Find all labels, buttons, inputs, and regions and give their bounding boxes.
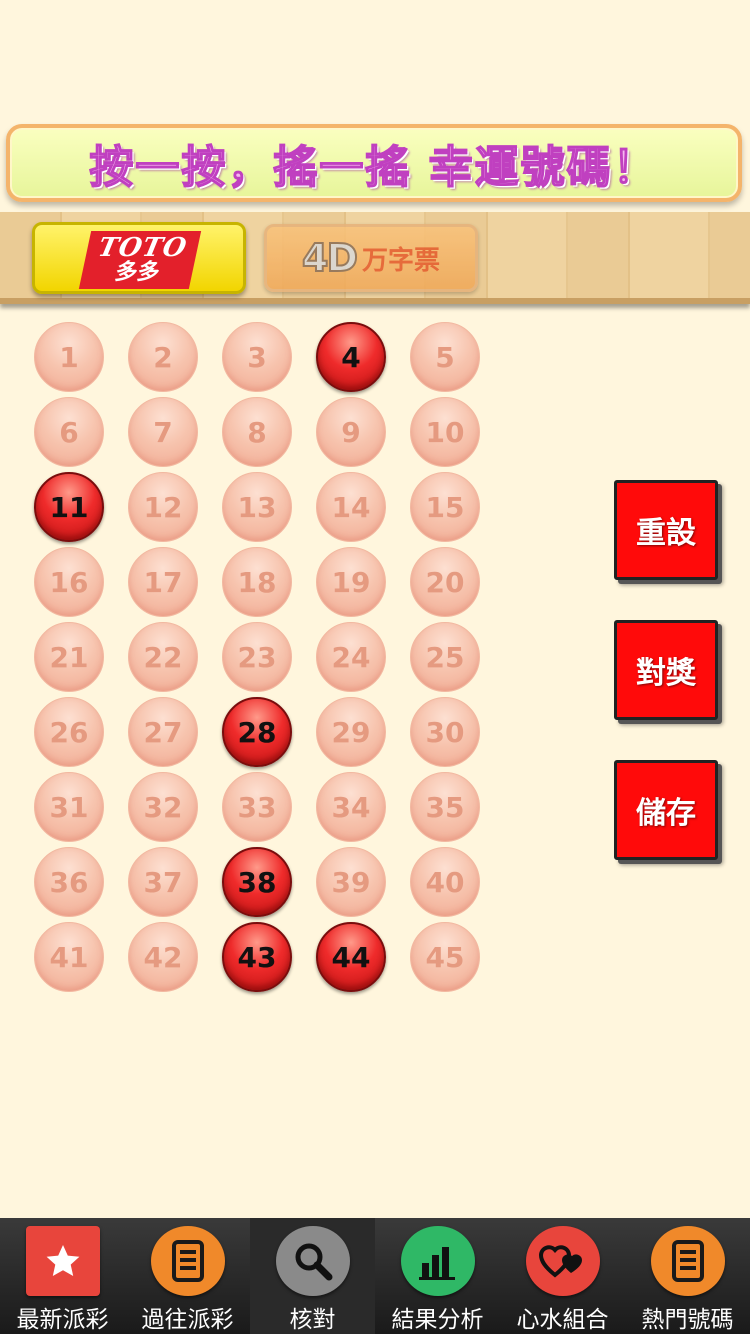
magnifier-icon xyxy=(275,1226,350,1296)
4d-tab-label: 万字票 xyxy=(361,245,440,276)
number-ball-41[interactable]: 41 xyxy=(34,922,104,992)
number-ball-11[interactable]: 11 xyxy=(34,472,104,542)
number-ball-6[interactable]: 6 xyxy=(34,397,104,467)
number-ball-13[interactable]: 13 xyxy=(222,472,292,542)
lucky-number-banner: 按一按，搖一搖 幸運號碼！ xyxy=(6,124,742,202)
number-ball-45[interactable]: 45 xyxy=(410,922,480,992)
number-ball-3[interactable]: 3 xyxy=(222,322,292,392)
number-ball-14[interactable]: 14 xyxy=(316,472,386,542)
number-ball-20[interactable]: 20 xyxy=(410,547,480,617)
nav-label: 結果分析 xyxy=(391,1307,484,1333)
number-ball-32[interactable]: 32 xyxy=(128,772,198,842)
number-ball-43[interactable]: 43 xyxy=(222,922,292,992)
number-ball-29[interactable]: 29 xyxy=(316,697,386,767)
number-ball-12[interactable]: 12 xyxy=(128,472,198,542)
number-ball-17[interactable]: 17 xyxy=(128,547,198,617)
nav-label: 過往派彩 xyxy=(141,1307,234,1333)
number-ball-39[interactable]: 39 xyxy=(316,847,386,917)
check-prize-button[interactable]: 對獎 xyxy=(614,620,718,720)
number-ball-22[interactable]: 22 xyxy=(128,622,198,692)
number-ball-7[interactable]: 7 xyxy=(128,397,198,467)
hearts-icon xyxy=(525,1226,600,1296)
number-ball-25[interactable]: 25 xyxy=(410,622,480,692)
number-ball-9[interactable]: 9 xyxy=(316,397,386,467)
nav-item-5[interactable]: 心水組合 xyxy=(500,1218,625,1334)
number-ball-42[interactable]: 42 xyxy=(128,922,198,992)
4d-logo-mark: 4D xyxy=(301,235,359,281)
save-button[interactable]: 儲存 xyxy=(614,760,718,860)
number-ball-30[interactable]: 30 xyxy=(410,697,480,767)
number-ball-34[interactable]: 34 xyxy=(316,772,386,842)
reset-button[interactable]: 重設 xyxy=(614,480,718,580)
number-ball-27[interactable]: 27 xyxy=(128,697,198,767)
number-ball-15[interactable]: 15 xyxy=(410,472,480,542)
number-ball-2[interactable]: 2 xyxy=(128,322,198,392)
number-ball-36[interactable]: 36 xyxy=(34,847,104,917)
nav-label: 最新派彩 xyxy=(16,1307,109,1333)
number-ball-grid: 1 2 3 4 5 6 7 8 9 10 11 12 13 14 15 16 17 18 19 20 21 22 23 24 2… xyxy=(34,322,504,992)
list-icon xyxy=(650,1226,725,1296)
number-ball-31[interactable]: 31 xyxy=(34,772,104,842)
number-ball-5[interactable]: 5 xyxy=(410,322,480,392)
number-ball-21[interactable]: 21 xyxy=(34,622,104,692)
number-ball-4[interactable]: 4 xyxy=(316,322,386,392)
banner-text: 按一按，搖一搖 幸運號碼！ xyxy=(89,141,659,194)
nav-label: 熱門號碼 xyxy=(641,1307,734,1333)
star-icon xyxy=(25,1226,100,1296)
number-ball-28[interactable]: 28 xyxy=(222,697,292,767)
number-ball-8[interactable]: 8 xyxy=(222,397,292,467)
status-bar xyxy=(0,0,750,40)
tab-4d[interactable]: 4D 万字票 xyxy=(264,224,478,292)
number-ball-23[interactable]: 23 xyxy=(222,622,292,692)
number-ball-18[interactable]: 18 xyxy=(222,547,292,617)
number-ball-37[interactable]: 37 xyxy=(128,847,198,917)
number-ball-40[interactable]: 40 xyxy=(410,847,480,917)
nav-item-1[interactable]: 最新派彩 xyxy=(0,1218,125,1334)
tab-toto[interactable]: TOTO 多多 xyxy=(32,222,246,294)
number-ball-35[interactable]: 35 xyxy=(410,772,480,842)
toto-logo-subtext: 多多 xyxy=(112,260,162,285)
number-ball-26[interactable]: 26 xyxy=(34,697,104,767)
number-ball-24[interactable]: 24 xyxy=(316,622,386,692)
nav-label: 核對 xyxy=(289,1307,336,1333)
bar-chart-icon xyxy=(400,1226,475,1296)
nav-item-2[interactable]: 過往派彩 xyxy=(125,1218,250,1334)
toto-logo: TOTO 多多 xyxy=(78,231,202,289)
number-ball-38[interactable]: 38 xyxy=(222,847,292,917)
number-ball-1[interactable]: 1 xyxy=(34,322,104,392)
nav-item-6[interactable]: 熱門號碼 xyxy=(625,1218,750,1334)
nav-item-4[interactable]: 結果分析 xyxy=(375,1218,500,1334)
toto-logo-text: TOTO xyxy=(95,233,190,263)
number-ball-33[interactable]: 33 xyxy=(222,772,292,842)
number-ball-16[interactable]: 16 xyxy=(34,547,104,617)
nav-label: 心水組合 xyxy=(516,1307,609,1333)
number-ball-10[interactable]: 10 xyxy=(410,397,480,467)
bottom-nav: 最新派彩 過往派彩 核對 結果分析 心水組合 熱門號碼 xyxy=(0,1218,750,1334)
number-ball-44[interactable]: 44 xyxy=(316,922,386,992)
nav-item-3[interactable]: 核對 xyxy=(250,1218,375,1334)
number-ball-19[interactable]: 19 xyxy=(316,547,386,617)
list-icon xyxy=(150,1226,225,1296)
